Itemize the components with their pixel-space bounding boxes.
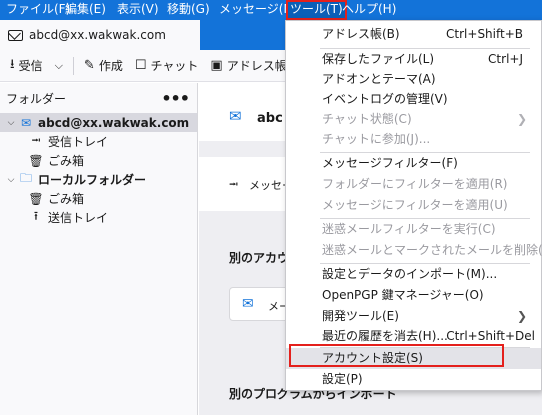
menuitem-label: メッセージにフィルターを適用(U) bbox=[322, 198, 508, 212]
menu-tools[interactable]: ツール(T) bbox=[286, 0, 347, 20]
chat-button[interactable]: ☐ チャット bbox=[131, 53, 203, 79]
menuitem-run-filters-message[interactable]: メッセージにフィルターを適用(U) bbox=[286, 195, 541, 216]
menuitem-import[interactable]: 設定とデータのインポート(M)... bbox=[286, 264, 541, 285]
other-accounts-heading: 別のアカウ bbox=[229, 251, 290, 265]
account-icon: ✉ bbox=[20, 115, 32, 130]
menuitem-run-filters-folder[interactable]: フォルダーにフィルターを適用(R) bbox=[286, 174, 541, 195]
get-mail-button[interactable]: ⭳ 受信 bbox=[6, 53, 47, 79]
menuitem-label: 迷惑メールフィルターを実行(C) bbox=[322, 222, 496, 236]
menuitem-saved-files[interactable]: 保存したファイル(L) Ctrl+J bbox=[286, 49, 541, 70]
envelope-icon: ✉ bbox=[242, 296, 254, 312]
menuitem-developer-tools[interactable]: 開発ツール(E) ❯ bbox=[286, 306, 541, 327]
write-label: 作成 bbox=[98, 59, 123, 73]
menuitem-chat-status[interactable]: チャット状態(C) ❯ bbox=[286, 109, 541, 130]
get-mail-dropdown[interactable]: ⌵ bbox=[51, 53, 67, 79]
folder-pane-title: フォルダー bbox=[6, 91, 67, 106]
local-folders-label: ローカルフォルダー bbox=[38, 173, 147, 187]
pencil-icon: ✎ bbox=[83, 58, 95, 73]
address-book-label: アドレス帳 bbox=[226, 59, 287, 73]
local-trash-label: ごみ箱 bbox=[48, 192, 85, 206]
tab-title: abcd@xx.wakwak.com bbox=[29, 28, 166, 42]
chat-icon: ☐ bbox=[134, 58, 147, 73]
tab-account[interactable]: abcd@xx.wakwak.com bbox=[0, 20, 200, 50]
menuitem-label: 最近の履歴を消去(H)... bbox=[322, 329, 448, 343]
chevron-right-icon: ❯ bbox=[516, 112, 527, 126]
menu-view[interactable]: 表示(V) bbox=[115, 0, 161, 20]
menuitem-join-chat[interactable]: チャットに参加(J)... bbox=[286, 129, 541, 150]
folder-outbox[interactable]: ⭱ 送信トレイ bbox=[0, 208, 197, 227]
menuitem-delete-junk[interactable]: 迷惑メールとマークされたメールを削除(D) bbox=[286, 240, 542, 261]
folder-trash[interactable]: 🗑 ごみ箱 bbox=[0, 151, 197, 170]
envelope-icon: ✉ bbox=[229, 107, 242, 125]
chevron-down-icon: ⌵ bbox=[54, 58, 63, 72]
inbox-icon: ⭲ bbox=[31, 133, 41, 147]
tools-menu: アドレス帳(B) Ctrl+Shift+B 保存したファイル(L) Ctrl+J… bbox=[285, 20, 542, 391]
menuitem-shortcut: Ctrl+Shift+B bbox=[446, 27, 523, 41]
menuitem-label: 迷惑メールとマークされたメールを削除(D) bbox=[322, 243, 542, 257]
menu-help[interactable]: ヘルプ(H) bbox=[340, 0, 398, 20]
menuitem-shortcut: Ctrl+J bbox=[488, 52, 523, 66]
envelope-icon bbox=[8, 29, 23, 41]
menuitem-label: チャットに参加(J)... bbox=[322, 132, 431, 146]
folder-pane: フォルダー ••• ⌵ ✉ abcd@xx.wakwak.com ⭲ 受信トレイ… bbox=[0, 83, 198, 415]
menuitem-label: 開発ツール(E) bbox=[322, 309, 399, 323]
menuitem-label: メッセージフィルター(F) bbox=[322, 156, 458, 170]
menuitem-message-filters[interactable]: メッセージフィルター(F) bbox=[286, 153, 541, 174]
folder-local[interactable]: ⌵ 🗀 ローカルフォルダー bbox=[0, 170, 197, 189]
menuitem-label: チャット状態(C) bbox=[322, 112, 412, 126]
address-book-button[interactable]: ▣ アドレス帳 bbox=[206, 53, 290, 79]
menuitem-label: イベントログの管理(V) bbox=[322, 92, 448, 106]
chevron-right-icon: ❯ bbox=[516, 309, 527, 323]
outbox-icon: ⭱ bbox=[33, 209, 39, 223]
menuitem-label: アドレス帳(B) bbox=[322, 27, 400, 41]
account-label: abcd@xx.wakwak.com bbox=[38, 115, 190, 130]
download-icon: ⭳ bbox=[10, 56, 15, 72]
annotation-highlight-box bbox=[289, 344, 504, 367]
folder-pane-header: フォルダー ••• bbox=[0, 83, 197, 113]
menuitem-openpgp[interactable]: OpenPGP 鍵マネージャー(O) bbox=[286, 285, 541, 306]
chevron-down-icon[interactable]: ⌵ bbox=[4, 118, 18, 128]
more-options-icon[interactable]: ••• bbox=[161, 89, 190, 108]
write-button[interactable]: ✎ 作成 bbox=[80, 53, 127, 79]
menuitem-label: アドオンとテーマ(A) bbox=[322, 72, 436, 86]
folder-inbox[interactable]: ⭲ 受信トレイ bbox=[0, 132, 197, 151]
folder-local-trash[interactable]: 🗑 ごみ箱 bbox=[0, 189, 197, 208]
get-mail-label: 受信 bbox=[18, 59, 43, 73]
inbox-label: 受信トレイ bbox=[48, 135, 109, 149]
toolbar-separator bbox=[72, 56, 74, 75]
trash-label: ごみ箱 bbox=[48, 154, 85, 168]
menuitem-address-book[interactable]: アドレス帳(B) Ctrl+Shift+B bbox=[286, 24, 541, 45]
trash-icon: 🗑 bbox=[28, 191, 44, 206]
menuitem-label: フォルダーにフィルターを適用(R) bbox=[322, 177, 508, 191]
menuitem-activity-manager[interactable]: イベントログの管理(V) bbox=[286, 89, 541, 110]
menubar: ファイル(F) 編集(E) 表示(V) 移動(G) メッセージ(M) ツール(T… bbox=[0, 0, 542, 20]
outbox-label: 送信トレイ bbox=[48, 211, 109, 225]
menuitem-label: 保存したファイル(L) bbox=[322, 52, 435, 66]
folder-account[interactable]: ⌵ ✉ abcd@xx.wakwak.com bbox=[0, 113, 197, 132]
menuitem-label: 設定(P) bbox=[322, 372, 363, 386]
menuitem-label: 設定とデータのインポート(M)... bbox=[322, 267, 498, 281]
menuitem-settings[interactable]: 設定(P) bbox=[286, 369, 541, 390]
menuitem-addons-themes[interactable]: アドオンとテーマ(A) bbox=[286, 69, 541, 90]
menu-edit[interactable]: 編集(E) bbox=[63, 0, 108, 20]
menuitem-label: OpenPGP 鍵マネージャー(O) bbox=[322, 288, 484, 302]
inbox-icon: ⭲ bbox=[229, 177, 239, 191]
folder-icon: 🗀 bbox=[19, 171, 32, 185]
chevron-down-icon[interactable]: ⌵ bbox=[4, 175, 18, 185]
trash-icon: 🗑 bbox=[28, 153, 44, 168]
account-title: abc bbox=[257, 111, 283, 126]
menu-go[interactable]: 移動(G) bbox=[165, 0, 212, 20]
chat-label: チャット bbox=[150, 59, 199, 73]
contact-card-icon: ▣ bbox=[210, 58, 223, 73]
menuitem-run-junk-filter[interactable]: 迷惑メールフィルターを実行(C) bbox=[286, 219, 541, 240]
